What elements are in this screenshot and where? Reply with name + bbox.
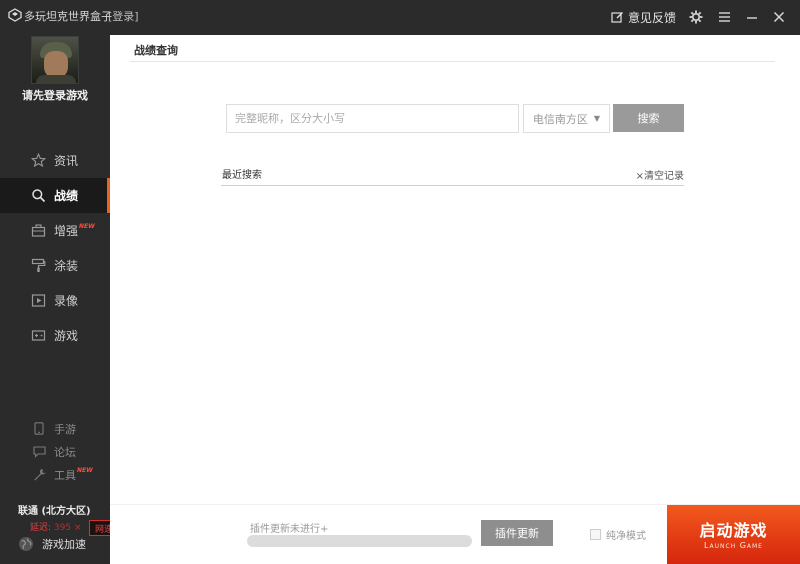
plugin-update-status: 插件更新未进行+	[250, 524, 329, 535]
sidebar: 请先登录游戏 资讯 战绩 增强 NEW 涂装 录像 游戏 手游 论坛 工具 NE…	[0, 35, 182, 564]
paint-roller-icon	[30, 258, 46, 274]
network-region: 联通 (北方大区)	[18, 506, 91, 517]
sidebar-item-replays[interactable]: 录像	[0, 283, 110, 318]
sidebar-subnav: 手游 论坛 工具 NEW	[0, 417, 110, 486]
sidebar-item-forum[interactable]: 论坛	[0, 440, 110, 463]
login-prompt[interactable]: 请先登录游戏	[0, 87, 110, 103]
caret-down-icon: ▼	[593, 114, 601, 123]
app-title: 多玩坦克世界盒子	[24, 10, 112, 23]
latency-readout: 延迟: 395 ×	[30, 520, 82, 533]
sidebar-item-label: 涂装	[54, 259, 79, 273]
latency-value: 395 ×	[53, 523, 82, 533]
sidebar-item-tools[interactable]: 工具 NEW	[0, 463, 110, 486]
gamepad-icon	[30, 328, 46, 344]
page-title: 战绩查询	[134, 44, 178, 57]
server-region-select[interactable]: 电信南方区 ▼	[523, 104, 610, 133]
pure-mode-label: 纯净模式	[606, 531, 646, 542]
star-icon	[30, 153, 46, 169]
feedback-label: 意见反馈	[628, 11, 677, 25]
region-selected: 电信南方区	[532, 112, 588, 126]
sidebar-item-game[interactable]: 游戏	[0, 318, 110, 353]
menu-button[interactable]	[716, 9, 732, 25]
sidebar-item-label: 工具	[54, 468, 76, 482]
bottom-bar: 插件更新未进行+ 插件更新 纯净模式 启动游戏 Launch Game	[110, 504, 800, 564]
sidebar-item-label: 增强	[54, 224, 79, 238]
video-icon	[30, 293, 46, 309]
sidebar-item-label: 资讯	[54, 154, 79, 168]
sidebar-nav: 资讯 战绩 增强 NEW 涂装 录像 游戏	[0, 143, 110, 353]
latency-label: 延迟:	[30, 523, 52, 533]
search-button[interactable]: 搜索	[613, 104, 684, 132]
sidebar-item-skins[interactable]: 涂装	[0, 248, 110, 283]
sidebar-item-news[interactable]: 资讯	[0, 143, 110, 178]
sidebar-item-label: 手游	[54, 422, 76, 436]
launch-game-sublabel: Launch Game	[704, 541, 763, 550]
sidebar-item-label: 战绩	[54, 189, 79, 203]
close-icon	[773, 11, 785, 23]
hamburger-menu-icon	[718, 12, 730, 22]
clear-history-button[interactable]: ×清空记录	[636, 167, 684, 182]
search-icon	[30, 188, 46, 204]
recent-searches: 最近搜索 ×清空记录	[221, 164, 684, 186]
plugin-update-progress	[247, 535, 472, 547]
launch-game-label: 启动游戏	[699, 521, 768, 540]
recent-searches-title: 最近搜索	[222, 170, 262, 181]
sidebar-item-records[interactable]: 战绩	[0, 178, 110, 213]
accelerate-label: 游戏加速	[42, 538, 86, 551]
new-badge: NEW	[79, 223, 95, 230]
new-badge: NEW	[77, 467, 93, 474]
sidebar-item-enhance[interactable]: 增强 NEW	[0, 213, 110, 248]
feedback-button[interactable]: 意见反馈	[611, 9, 676, 26]
launch-game-button[interactable]: 启动游戏 Launch Game	[667, 505, 800, 564]
app-logo-icon	[8, 8, 22, 22]
forum-icon	[32, 445, 46, 459]
gear-icon	[689, 10, 703, 24]
edit-icon	[611, 12, 623, 23]
avatar[interactable]	[31, 36, 79, 84]
sidebar-item-label: 录像	[54, 294, 79, 308]
toolbox-icon	[30, 223, 46, 239]
plugin-update-button[interactable]: 插件更新	[481, 520, 553, 546]
title-bar: 多玩坦克世界盒子 [登录] 意见反馈	[0, 0, 800, 35]
minimize-icon	[747, 17, 757, 19]
page-header: 战绩查询	[130, 36, 775, 62]
login-link[interactable]: [登录]	[108, 8, 139, 24]
settings-button[interactable]	[688, 9, 704, 25]
game-accelerate-button[interactable]: 游戏加速	[18, 536, 86, 552]
sidebar-item-mobile-games[interactable]: 手游	[0, 417, 110, 440]
sidebar-item-label: 游戏	[54, 329, 79, 343]
nickname-search-input[interactable]	[226, 104, 519, 133]
sidebar-item-label: 论坛	[54, 445, 76, 459]
globe-icon	[19, 537, 33, 551]
phone-icon	[32, 422, 46, 436]
pure-mode-checkbox[interactable]	[590, 529, 601, 540]
wrench-icon	[32, 468, 46, 482]
pure-mode-toggle[interactable]: 纯净模式	[590, 527, 646, 542]
close-button[interactable]	[771, 9, 787, 25]
minimize-button[interactable]	[744, 9, 760, 25]
